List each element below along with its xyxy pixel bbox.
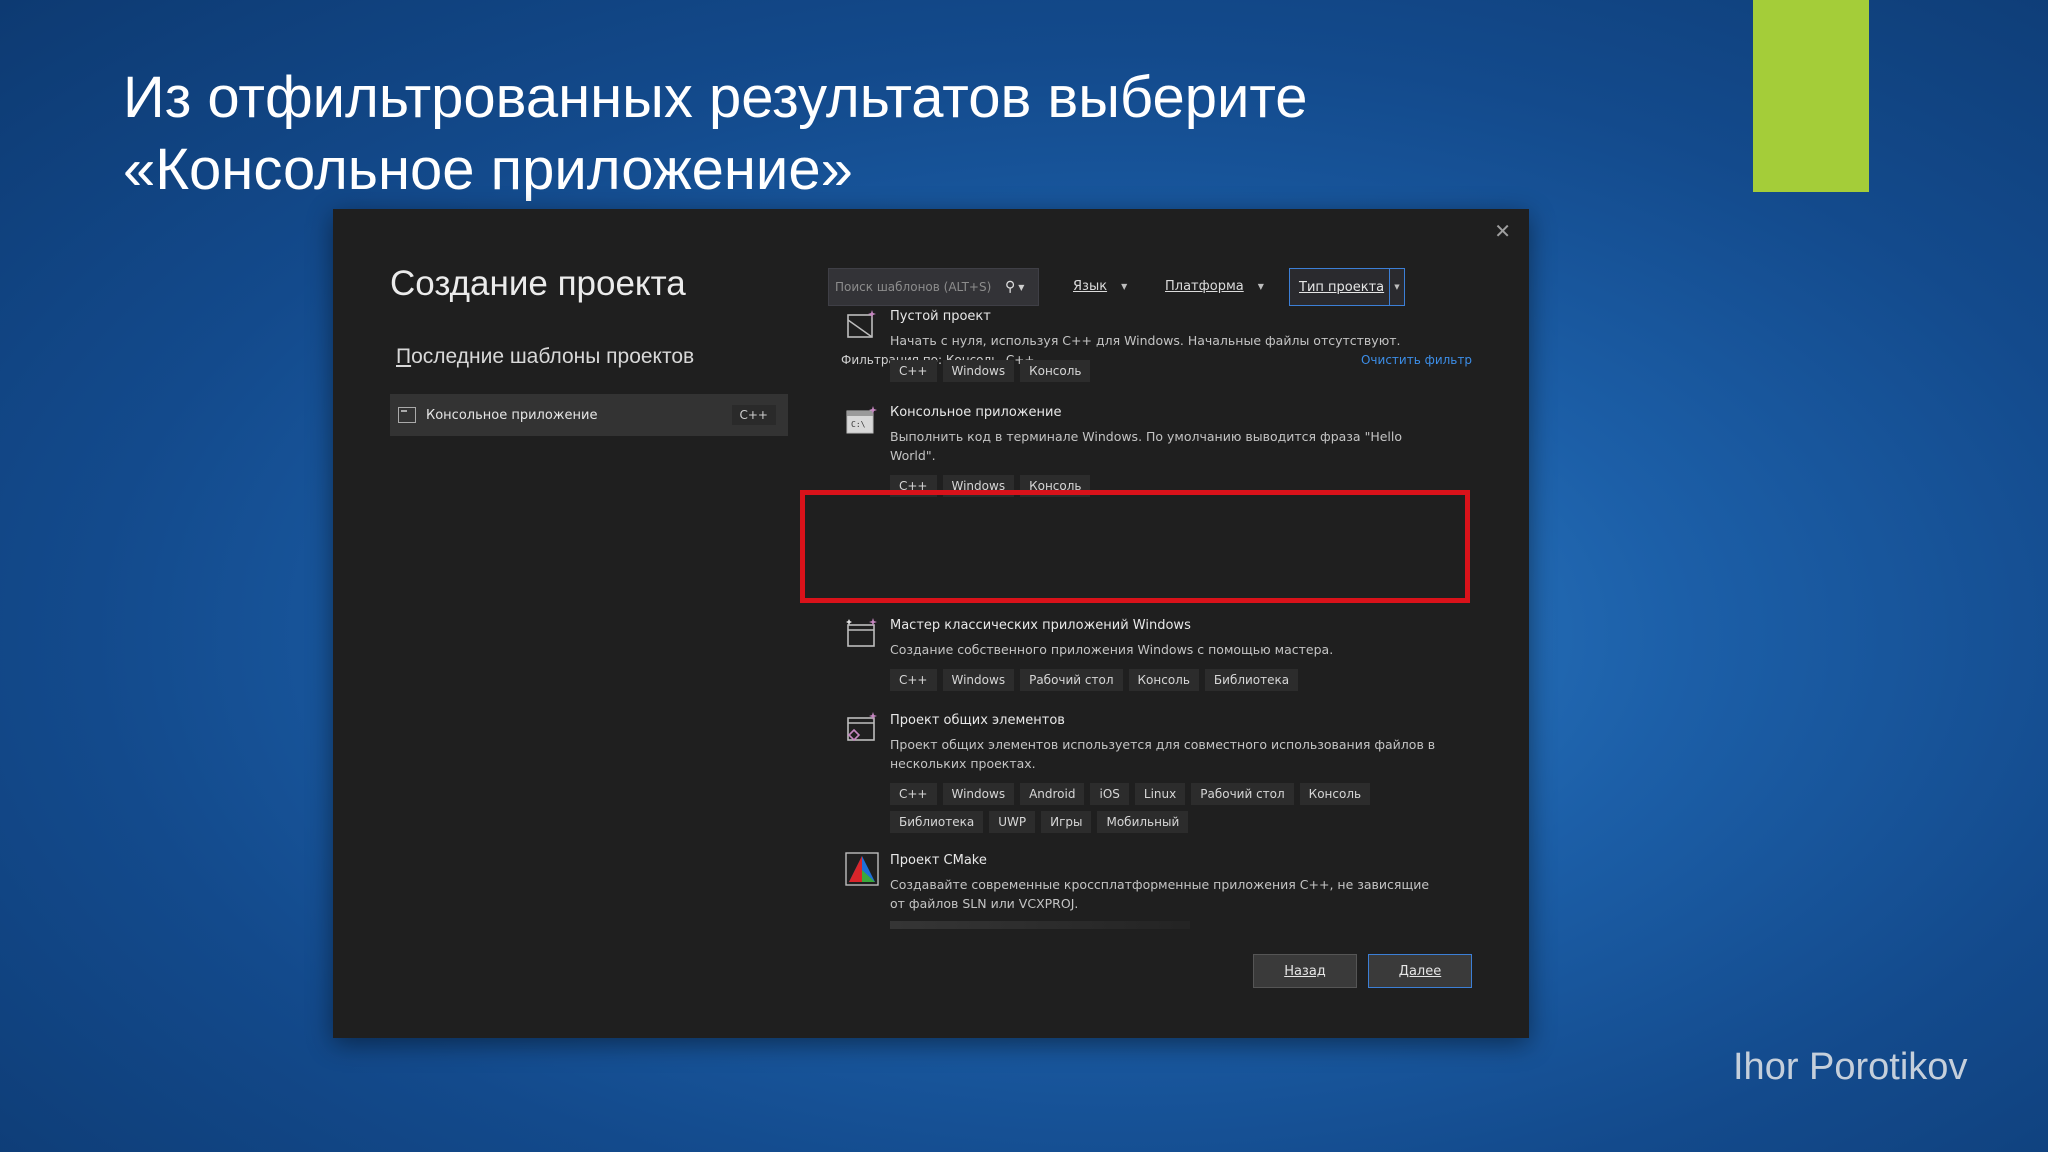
template-name: Мастер классических приложений Windows — [890, 618, 1191, 633]
platform-filter-label: Платформа — [1165, 279, 1244, 294]
chevron-down-icon[interactable]: ▼ — [1018, 283, 1024, 292]
template-tags: C++ Windows Android iOS Linux Рабочий ст… — [890, 783, 1430, 833]
recent-item-label: Консольное приложение — [426, 407, 598, 423]
template-description: Проект общих элементов используется для … — [890, 737, 1436, 771]
project-type-filter-label: Тип проекта — [1299, 279, 1385, 295]
template-name: Проект CMake — [890, 853, 987, 868]
template-description: Создание собственного приложения Windows… — [890, 642, 1334, 657]
accent-bar — [1753, 0, 1869, 192]
search-icon[interactable]: ⚲ — [1005, 279, 1015, 295]
shared-items-icon — [847, 712, 877, 742]
tag-uwp: UWP — [989, 811, 1036, 833]
template-tags: C++ Windows Рабочий стол Консоль Библиот… — [890, 669, 1430, 691]
platform-filter-dropdown[interactable]: Платформа ▼ — [1165, 279, 1264, 294]
tag-linux: Linux — [1134, 783, 1186, 805]
tag-console: Консоль — [1128, 669, 1199, 691]
chevron-down-icon[interactable]: ▼ — [1389, 269, 1404, 305]
cmake-icon — [845, 852, 879, 886]
tag-mobile: Мобильный — [1097, 811, 1189, 833]
language-filter-dropdown[interactable]: Язык ▼ — [1073, 279, 1127, 294]
tag-android: Android — [1020, 783, 1085, 805]
tag-games: Игры — [1041, 811, 1092, 833]
tag-desktop: Рабочий стол — [1191, 783, 1294, 805]
template-description: Выполнить код в терминале Windows. По ум… — [890, 429, 1402, 463]
empty-project-icon — [847, 310, 876, 338]
author-name: Ihor Porotikov — [1733, 1046, 1968, 1088]
template-name: Консольное приложение — [890, 405, 1062, 420]
scrolled-tags-fade — [890, 921, 1190, 929]
tag-windows: Windows — [942, 783, 1015, 805]
back-button[interactable]: Назад — [1253, 954, 1357, 988]
recent-item-console-app[interactable]: Консольное приложение C++ — [390, 394, 788, 436]
tag-library: Библиотека — [890, 811, 984, 833]
highlight-frame-console-app — [800, 490, 1470, 603]
tag-console: Консоль — [1299, 783, 1371, 805]
slide-title: Из отфильтрованных результатов выберите … — [123, 62, 1623, 206]
console-app-icon: C:\ — [846, 406, 877, 434]
tag-library: Библиотека — [1204, 669, 1299, 691]
recent-heading-mnemonic: П — [396, 345, 412, 368]
template-name: Пустой проект — [890, 309, 991, 324]
template-description: Начать с нуля, используя C++ для Windows… — [890, 333, 1401, 348]
create-project-dialog: ✕ Создание проекта Последние шаблоны про… — [333, 209, 1529, 1038]
tag-windows: Windows — [942, 669, 1015, 691]
slide-title-line-2: «Консольное приложение» — [123, 137, 853, 202]
recent-item-tag: C++ — [731, 405, 776, 425]
template-description: Создавайте современные кроссплатформенны… — [890, 877, 1430, 911]
tag-cpp: C++ — [890, 669, 937, 691]
template-search-box[interactable]: ⚲ ▼ — [828, 268, 1039, 306]
next-button[interactable]: Далее — [1368, 954, 1472, 988]
back-button-label: Назад — [1284, 963, 1326, 979]
dialog-title: Создание проекта — [390, 264, 686, 303]
language-filter-label: Язык — [1073, 279, 1108, 294]
recent-heading-rest: оследние шаблоны проектов — [411, 345, 695, 368]
tag-desktop: Рабочий стол — [1020, 669, 1123, 691]
template-search-input[interactable] — [835, 280, 1005, 294]
recent-templates-heading: Последние шаблоны проектов — [396, 345, 694, 369]
template-tags: C++ Windows Консоль — [890, 360, 1430, 382]
next-button-label: Далее — [1398, 963, 1442, 979]
desktop-wizard-icon — [846, 618, 877, 647]
chevron-down-icon: ▼ — [1257, 282, 1264, 291]
tag-cpp: C++ — [890, 783, 937, 805]
template-name: Проект общих элементов — [890, 713, 1065, 728]
tag-console: Консоль — [1020, 360, 1091, 382]
svg-text:C:\: C:\ — [851, 420, 866, 429]
tag-windows: Windows — [942, 360, 1015, 382]
chevron-down-icon: ▼ — [1121, 282, 1128, 291]
tag-cpp: C++ — [890, 360, 937, 382]
slide-title-line-1: Из отфильтрованных результатов выберите — [123, 65, 1308, 130]
console-app-icon — [398, 407, 416, 423]
project-type-filter-dropdown[interactable]: Тип проекта ▼ — [1289, 268, 1405, 306]
tag-ios: iOS — [1090, 783, 1129, 805]
close-icon[interactable]: ✕ — [1494, 219, 1511, 243]
